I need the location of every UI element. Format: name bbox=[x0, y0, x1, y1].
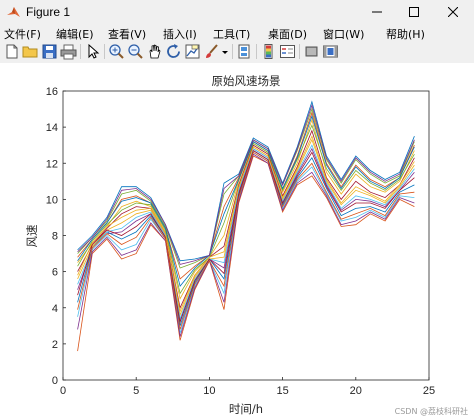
minimize-icon bbox=[372, 11, 382, 13]
x-tick-label: 15 bbox=[276, 385, 288, 397]
minimize-button[interactable] bbox=[360, 0, 394, 24]
print-icon bbox=[60, 44, 77, 60]
y-axis-label: 风速 bbox=[25, 224, 39, 247]
series-line-2[interactable] bbox=[77, 155, 415, 352]
axes-box bbox=[62, 90, 430, 381]
x-tick-label: 20 bbox=[350, 385, 362, 397]
toolbar-separator bbox=[256, 44, 257, 59]
series-line-3[interactable] bbox=[77, 118, 415, 300]
menu-insert[interactable]: 插入(I) bbox=[163, 26, 197, 42]
toolbar-separator bbox=[232, 44, 233, 59]
zoom-out-icon bbox=[128, 44, 143, 59]
toolbar-separator bbox=[80, 44, 81, 59]
legend-icon bbox=[280, 45, 295, 58]
save-icon bbox=[42, 44, 57, 59]
colorbar-icon bbox=[264, 44, 273, 59]
close-button[interactable] bbox=[436, 0, 470, 24]
line-chart[interactable]: 0 5 10 15 20 25 0 2 4 6 8 10 12 14 16 原始风速场景 时间/h 风速 bbox=[0, 63, 474, 419]
toolbar-separator bbox=[299, 44, 300, 59]
hide-plot-tools-button[interactable] bbox=[303, 43, 320, 60]
x-tick-label: 10 bbox=[203, 385, 215, 397]
series-line-12[interactable] bbox=[77, 124, 415, 295]
y-tick-label: 6 bbox=[52, 267, 58, 279]
legend-button[interactable] bbox=[279, 43, 296, 60]
link-button[interactable] bbox=[236, 43, 253, 60]
zoom-in-icon bbox=[109, 44, 124, 59]
title-bar: Figure 1 bbox=[0, 0, 474, 24]
new-figure-icon bbox=[6, 44, 18, 59]
toolbar bbox=[0, 41, 474, 64]
pointer-icon bbox=[88, 43, 100, 59]
x-axis-label: 时间/h bbox=[229, 402, 263, 416]
print-button[interactable] bbox=[60, 43, 77, 60]
save-button[interactable] bbox=[41, 43, 58, 60]
brush-button[interactable] bbox=[203, 43, 220, 60]
data-cursor-icon bbox=[185, 44, 200, 59]
y-tick-label: 8 bbox=[52, 231, 58, 243]
menu-window[interactable]: 窗口(W) bbox=[323, 26, 364, 42]
series-line-5[interactable] bbox=[77, 107, 415, 269]
y-tick-label: 16 bbox=[46, 86, 58, 98]
x-tick-label: 25 bbox=[423, 385, 435, 397]
maximize-button[interactable] bbox=[397, 0, 431, 24]
series-line-15[interactable] bbox=[77, 115, 415, 287]
menu-edit[interactable]: 编辑(E) bbox=[56, 26, 94, 42]
rotate-icon bbox=[167, 44, 180, 58]
open-button[interactable] bbox=[22, 43, 39, 60]
menu-view[interactable]: 查看(V) bbox=[108, 26, 146, 42]
pointer-button[interactable] bbox=[84, 43, 101, 60]
series-lines bbox=[77, 100, 415, 352]
y-tick-label: 0 bbox=[52, 375, 58, 387]
x-tick-label: 0 bbox=[60, 385, 66, 397]
menu-help[interactable]: 帮助(H) bbox=[386, 26, 425, 42]
rotate-button[interactable] bbox=[165, 43, 182, 60]
y-tick-label: 2 bbox=[52, 339, 58, 351]
link-icon bbox=[238, 44, 250, 59]
figure-canvas[interactable]: 0 5 10 15 20 25 0 2 4 6 8 10 12 14 16 原始风速场景 时间/h 风速 C… bbox=[0, 63, 474, 419]
open-icon bbox=[22, 46, 38, 58]
pan-button[interactable] bbox=[146, 43, 163, 60]
hide-plot-tools-icon bbox=[305, 46, 318, 57]
menu-tools[interactable]: 工具(T) bbox=[213, 26, 250, 42]
series-line-18[interactable] bbox=[77, 104, 415, 265]
y-tick-label: 4 bbox=[52, 303, 58, 315]
series-line-9[interactable] bbox=[77, 111, 415, 280]
window-title: Figure 1 bbox=[26, 5, 71, 19]
y-tick-label: 12 bbox=[46, 158, 58, 170]
close-icon bbox=[448, 7, 458, 17]
y-tick-label: 10 bbox=[46, 194, 58, 206]
pan-icon bbox=[149, 44, 161, 59]
y-tick-label: 14 bbox=[46, 122, 58, 134]
brush-dropdown-icon bbox=[222, 51, 228, 54]
zoom-in-button[interactable] bbox=[108, 43, 125, 60]
menu-desktop[interactable]: 桌面(D) bbox=[268, 26, 307, 42]
data-cursor-button[interactable] bbox=[184, 43, 201, 60]
menu-bar: 文件(F) 编辑(E) 查看(V) 插入(I) 工具(T) 桌面(D) 窗口(W… bbox=[0, 24, 474, 41]
maximize-icon bbox=[409, 7, 419, 17]
colorbar-button[interactable] bbox=[260, 43, 277, 60]
brush-icon bbox=[206, 44, 218, 58]
x-tick-label: 5 bbox=[133, 385, 139, 397]
show-plot-tools-button[interactable] bbox=[322, 43, 339, 60]
watermark: CSDN @荔枝科研社 bbox=[394, 407, 468, 416]
matlab-logo-icon bbox=[7, 6, 20, 19]
toolbar-separator bbox=[104, 44, 105, 59]
brush-dropdown-button[interactable] bbox=[221, 43, 229, 60]
new-figure-button[interactable] bbox=[3, 43, 20, 60]
menu-file[interactable]: 文件(F) bbox=[4, 26, 41, 42]
zoom-out-button[interactable] bbox=[127, 43, 144, 60]
chart-title: 原始风速场景 bbox=[212, 74, 281, 88]
show-plot-tools-icon bbox=[323, 45, 338, 58]
